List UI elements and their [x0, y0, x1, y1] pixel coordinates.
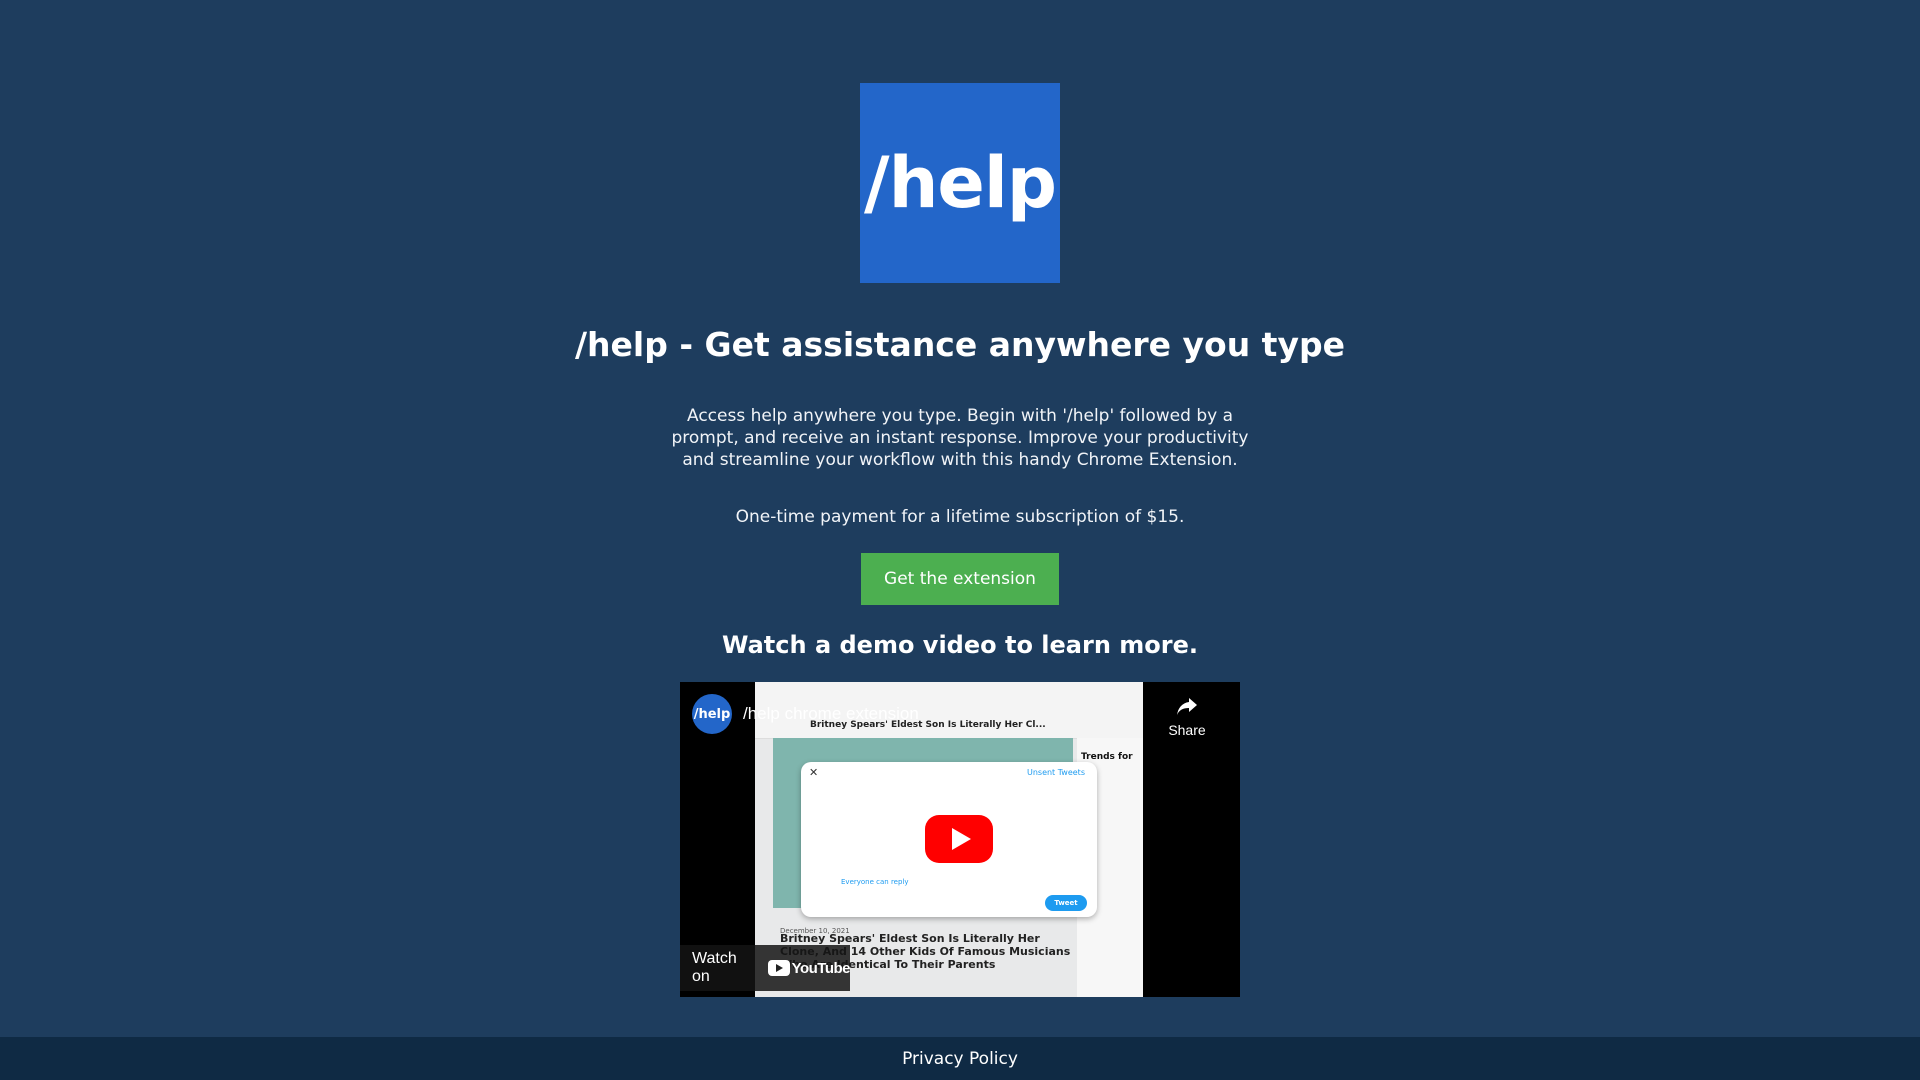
privacy-policy-link[interactable]: Privacy Policy: [902, 1049, 1018, 1069]
channel-avatar[interactable]: /help: [692, 694, 732, 734]
demo-heading: Watch a demo video to learn more.: [721, 631, 1198, 659]
thumbnail-everyone-can-reply: Everyone can reply: [841, 878, 909, 886]
youtube-icon: [767, 960, 790, 976]
close-icon: ✕: [809, 766, 819, 779]
get-extension-button[interactable]: Get the extension: [861, 553, 1059, 605]
thumbnail-tweet-button: Tweet: [1045, 895, 1087, 911]
share-label: Share: [1168, 722, 1206, 738]
watch-on-label: Watch on: [692, 950, 737, 985]
thumbnail-trends-heading: Trends for: [1081, 752, 1133, 762]
video-title[interactable]: /help chrome extension: [743, 704, 919, 724]
share-icon: [1177, 698, 1197, 715]
page-title: /help - Get assistance anywhere you type: [575, 325, 1345, 364]
play-icon: [951, 828, 971, 850]
thumbnail-unsent-tweets: Unsent Tweets: [1026, 768, 1085, 777]
logo-text: /help: [864, 142, 1057, 224]
watch-on-youtube-link[interactable]: Watch on YouTube: [680, 945, 851, 991]
help-logo: /help: [860, 83, 1060, 283]
footer: Privacy Policy: [0, 1037, 1920, 1080]
youtube-embed[interactable]: Britney Spears' Eldest Son Is Literally …: [680, 682, 1240, 997]
description-text: Access help anywhere you type. Begin wit…: [671, 406, 1249, 470]
play-button[interactable]: [925, 815, 993, 863]
price-text: One-time payment for a lifetime subscrip…: [735, 507, 1185, 527]
youtube-logo: YouTube: [767, 959, 851, 977]
youtube-wordmark: YouTube: [791, 959, 851, 977]
share-button[interactable]: Share: [1162, 694, 1212, 738]
